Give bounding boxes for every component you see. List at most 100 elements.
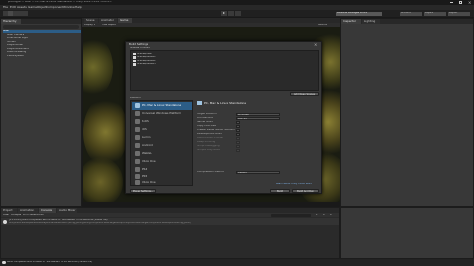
error-pause-button[interactable]: Error Pause (23, 214, 37, 216)
console-message-trace: UnityEditor.BuildPipeline:BuildPlayerInt… (9, 221, 191, 224)
foliage-decor (83, 157, 123, 202)
hierarchy-item[interactable]: PostProcessing (7, 51, 26, 54)
architecture-select[interactable]: x86_64 (236, 116, 280, 120)
build-and-run-button[interactable]: Build And Run (292, 189, 319, 193)
hierarchy-item[interactable]: EventSystem (7, 55, 24, 58)
layout-dropdown[interactable]: Layout (448, 11, 470, 16)
menu-gameobject[interactable]: GameObject (28, 6, 47, 9)
dialog-close-button[interactable]: × (314, 42, 317, 47)
setting-label: Development Build (197, 133, 222, 135)
platform-label: Xbox One (142, 181, 156, 184)
editor-dropdown[interactable]: Editor (37, 214, 44, 216)
pause-button[interactable] (228, 11, 234, 16)
scene-row[interactable]: Scenes/Level03 (132, 63, 317, 67)
hierarchy-item[interactable]: Main (3, 30, 81, 33)
autoconnect-profiler-checkbox[interactable] (236, 136, 240, 140)
setting-label: Autoconnect Profiler (197, 137, 224, 139)
hierarchy-search[interactable] (3, 25, 79, 29)
setting-label: Compression Method (197, 171, 225, 173)
tab-lighting[interactable]: Lighting (362, 19, 380, 24)
display-dropdown[interactable]: Display 1 (84, 24, 95, 26)
rect-tool-button[interactable] (23, 11, 28, 16)
build-button[interactable]: Build (270, 189, 290, 193)
step-button[interactable] (235, 11, 241, 16)
warning-count[interactable]: 0 (323, 214, 325, 216)
hierarchy-item[interactable]: Terrain (7, 41, 16, 44)
hierarchy-item[interactable]: PlayerMovement (7, 48, 29, 51)
platform-title: PC, Mac & Linux Standalone (204, 101, 247, 105)
hierarchy-item[interactable]: Directional Light (7, 37, 28, 40)
foliage-decor (83, 97, 128, 167)
create-vs-solution-checkbox[interactable] (236, 128, 240, 132)
platform-item-webgl[interactable]: WebGL (132, 150, 192, 158)
platform-item-standalone[interactable]: PC, Mac & Linux Standalone (132, 102, 192, 110)
account-dropdown[interactable]: Account (400, 11, 422, 16)
menu-window[interactable]: Window (63, 6, 75, 9)
setting-label: Scripts Only Build (197, 149, 220, 151)
compression-method-select[interactable]: Default (236, 170, 280, 174)
setting-label: Deep Profiling (197, 141, 216, 143)
webgl-icon (135, 151, 140, 156)
server-build-checkbox[interactable] (236, 120, 240, 124)
tab-inspector[interactable]: Inspector (341, 19, 361, 24)
aspect-dropdown[interactable]: Free Aspect (102, 24, 116, 26)
xbox-icon (135, 180, 140, 185)
add-open-scenes-button[interactable]: Add Open Scenes (290, 92, 319, 96)
cloud-status[interactable]: Personal Packages Errors (336, 11, 382, 16)
inspector-panel: Inspector Lighting (340, 18, 474, 207)
scene-checkbox[interactable] (133, 63, 136, 66)
menu-help[interactable]: Help (75, 6, 82, 9)
setting-label: Target Platform (197, 113, 217, 115)
menu-file[interactable]: File (3, 6, 8, 9)
console-panel: Project Animation Console Audio Mixer Cl… (0, 207, 340, 259)
platform-label: PS5 (142, 175, 148, 178)
platform-label: Xbox One (142, 160, 156, 163)
scenes-in-build-list: Scenes/Main Scenes/Level01 Scenes/Level0… (130, 50, 319, 91)
layers-dropdown[interactable]: Layers (424, 11, 446, 16)
target-platform-select[interactable]: Windows (236, 112, 280, 116)
monitor-icon (135, 103, 140, 108)
platform-title-icon (197, 101, 202, 105)
tab-hierarchy[interactable]: Hierarchy (1, 19, 21, 24)
platform-item-uwp[interactable]: Universal Windows Platform (132, 110, 192, 118)
platform-item-tvos[interactable]: tvOS (132, 118, 192, 126)
platform-item-ios[interactable]: iOS (132, 126, 192, 134)
hierarchy-tabstrip: Hierarchy (1, 19, 81, 24)
gizmos-dropdown[interactable]: Gizmos (318, 24, 327, 26)
menu-component[interactable]: Component (46, 6, 63, 9)
platform-label: tvOS (142, 120, 149, 123)
lumin-icon (135, 135, 140, 140)
platform-label: Lumin (142, 136, 151, 139)
clear-button[interactable]: Clear (3, 214, 9, 216)
deep-profiling-checkbox[interactable] (236, 140, 240, 144)
platform-item-xboxone[interactable]: Xbox One (132, 158, 192, 166)
inspector-lower-area (340, 207, 474, 259)
menu-edit[interactable]: Edit (10, 6, 16, 9)
player-settings-button[interactable]: Player Settings... (130, 189, 156, 193)
foliage-decor (83, 37, 113, 97)
script-debugging-checkbox[interactable] (236, 144, 240, 148)
error-count[interactable]: 0 (330, 214, 332, 216)
play-button[interactable] (221, 11, 227, 16)
phone-icon (135, 127, 140, 132)
development-build-checkbox[interactable] (236, 132, 240, 136)
hierarchy-item[interactable]: Main Camera (7, 34, 24, 37)
status-message[interactable]: Build completed with a result of 'Succee… (7, 261, 307, 263)
ps4-icon (135, 167, 140, 172)
platform-item-xbox[interactable]: Xbox One (132, 179, 192, 187)
copy-pdb-checkbox[interactable] (236, 124, 240, 128)
console-message[interactable]: [11:39:04] Build completed with a result… (1, 218, 339, 225)
cloud-build-link[interactable]: Learn about Unity Cloud Build (276, 183, 312, 185)
scripts-only-build-checkbox[interactable] (236, 148, 240, 152)
menu-assets[interactable]: Assets (17, 6, 27, 9)
platform-item-android[interactable]: Android (132, 142, 192, 150)
collapse-button[interactable]: Collapse (11, 214, 21, 216)
console-search[interactable] (271, 213, 311, 217)
platform-item-lumin[interactable]: Lumin (132, 134, 192, 142)
platform-label: Universal Windows Platform (142, 112, 182, 115)
hierarchy-item[interactable]: PlayerModel (7, 44, 23, 47)
platform-label: Android (142, 144, 153, 147)
info-count[interactable]: 1 (316, 214, 318, 216)
hierarchy-panel: Hierarchy Main Main Camera Directional L… (0, 18, 82, 207)
platform-label: WebGL (142, 152, 152, 155)
